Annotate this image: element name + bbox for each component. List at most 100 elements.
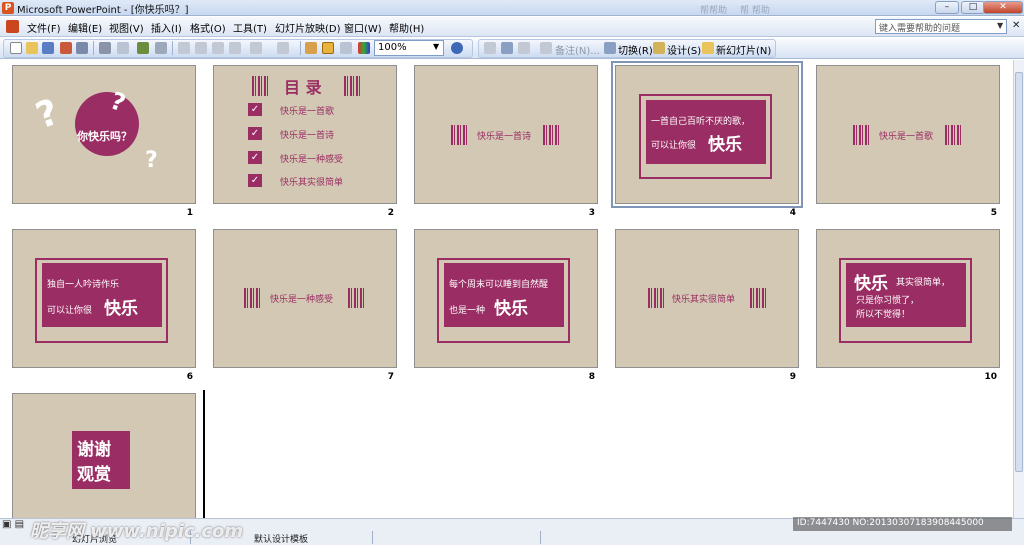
slide-thumbnail-8[interactable]: 每个周末可以睡到自然醒 也是一种 快乐	[414, 229, 598, 368]
close-button[interactable]: ✕	[983, 1, 1023, 14]
checkbox-icon: ✓	[248, 103, 262, 116]
toc-item: 快乐是一首歌	[280, 107, 335, 117]
slide-thumbnail-2[interactable]: 目 录 ✓ 快乐是一首歌 ✓ 快乐是一首诗 ✓ 快乐是一种感受 ✓ 快乐其实很简…	[213, 65, 397, 204]
menu-help[interactable]: 帮助(H)	[389, 20, 424, 35]
chevron-down-icon[interactable]: ▼	[997, 21, 1003, 30]
menu-slideshow[interactable]: 幻灯片放映(D)	[275, 20, 341, 35]
menu-view[interactable]: 视图(V)	[109, 20, 144, 35]
watermark-id: ID:7447430 NO:20130307183908445000	[793, 517, 1012, 531]
new-icon[interactable]	[10, 42, 22, 54]
view-buttons[interactable]: ▣ ▤	[2, 519, 24, 530]
new-slide-icon[interactable]	[702, 42, 714, 54]
slide-thumbnail-9[interactable]: 快乐其实很简单	[615, 229, 799, 368]
minimize-button[interactable]: –	[935, 1, 959, 14]
slide-heading: 快乐是一种感受	[270, 295, 334, 305]
permission-icon[interactable]	[60, 42, 72, 54]
faded-help-tab-2: 帮 帮助	[740, 6, 770, 16]
barcode-decoration	[348, 288, 364, 308]
summary-slide-icon[interactable]	[518, 42, 530, 54]
maximize-button[interactable]: □	[961, 1, 985, 14]
menu-file[interactable]: 文件(F)	[27, 20, 61, 35]
design-icon[interactable]	[653, 42, 665, 54]
menu-tools[interactable]: 工具(T)	[233, 20, 267, 35]
design-button[interactable]: 设计(S)	[667, 42, 701, 57]
checkbox-icon: ✓	[248, 174, 262, 187]
panel-line: 每个周末可以睡到自然醒	[449, 280, 549, 290]
expand-all-icon[interactable]	[305, 42, 317, 54]
copy-icon[interactable]	[195, 42, 207, 54]
powerpoint-app-icon[interactable]: P	[2, 2, 14, 14]
grayscale-icon[interactable]	[322, 42, 334, 54]
content-panel: 每个周末可以睡到自然醒 也是一种 快乐	[444, 263, 564, 327]
chevron-down-icon[interactable]: ▼	[433, 42, 439, 51]
print-preview-icon[interactable]	[117, 42, 129, 54]
barcode-decoration	[451, 125, 467, 145]
vertical-scrollbar[interactable]	[1013, 60, 1024, 518]
slide-number: 4	[789, 208, 796, 218]
panel-line: 一首自己百听不厌的歌，	[651, 117, 751, 127]
email-icon[interactable]	[76, 42, 88, 54]
color-grayscale-icon[interactable]	[358, 42, 370, 54]
window-title: Microsoft PowerPoint - [你快乐吗？]	[17, 5, 189, 16]
slide-thumbnail-5[interactable]: 快乐是一首歌	[816, 65, 1000, 204]
slide-thumbnail-4[interactable]: 一首自己百听不厌的歌， 可以让你很 快乐	[611, 61, 803, 208]
notes-button[interactable]: 备注(N)...	[555, 42, 600, 57]
slide-heading: 快乐其实很简单	[672, 295, 736, 305]
barcode-decoration	[244, 288, 260, 308]
spelling-icon[interactable]	[137, 42, 149, 54]
checkbox-icon: ✓	[248, 151, 262, 164]
content-panel: 快乐 其实很简单， 只是你习惯了， 所以不觉得！	[846, 263, 966, 327]
panel-line: 独自一人吟诗作乐	[47, 280, 120, 290]
panel-line: 可以让你很	[47, 306, 93, 316]
slide-number: 2	[387, 208, 394, 218]
transition-icon[interactable]	[604, 42, 616, 54]
save-icon[interactable]	[42, 42, 54, 54]
slide-number: 7	[387, 372, 394, 382]
show-formatting-icon[interactable]	[340, 42, 352, 54]
document-icon[interactable]	[6, 20, 19, 33]
slide-number: 3	[588, 208, 595, 218]
slide-thumbnail-11[interactable]: 谢谢 观赏	[12, 393, 196, 532]
menu-edit[interactable]: 编辑(E)	[68, 20, 102, 35]
status-divider	[372, 531, 373, 544]
help-search-input[interactable]: 键入需要帮助的问题	[875, 19, 1007, 34]
menu-insert[interactable]: 插入(I)	[151, 20, 182, 35]
help-icon[interactable]	[451, 42, 463, 54]
slide-thumbnail-3[interactable]: 快乐是一首诗	[414, 65, 598, 204]
panel-highlight: 快乐	[708, 135, 742, 155]
redo-icon[interactable]	[277, 42, 289, 54]
slide-number: 1	[186, 208, 193, 218]
panel-line: 也是一种	[449, 306, 486, 316]
rehearse-timings-icon[interactable]	[501, 42, 513, 54]
hide-slide-icon[interactable]	[484, 42, 496, 54]
open-icon[interactable]	[26, 42, 38, 54]
menu-window[interactable]: 窗口(W)	[344, 20, 382, 35]
faded-help-tab: 帮帮助	[700, 6, 728, 16]
slide-number: 9	[789, 372, 796, 382]
notes-icon[interactable]	[540, 42, 552, 54]
panel-highlight: 快乐	[104, 299, 138, 319]
print-icon[interactable]	[99, 42, 111, 54]
barcode-decoration	[750, 288, 766, 308]
slide-thumbnail-10[interactable]: 快乐 其实很简单， 只是你习惯了， 所以不觉得！	[816, 229, 1000, 368]
slide-thumbnail-7[interactable]: 快乐是一种感受	[213, 229, 397, 368]
question-mark-icon: ?	[30, 91, 65, 138]
slide-thumbnail-1[interactable]: 你快乐吗？ ? ? ?	[12, 65, 196, 204]
slide-number: 5	[990, 208, 997, 218]
scrollbar-thumb[interactable]	[1015, 72, 1023, 472]
transition-button[interactable]: 切换(R)	[618, 42, 653, 57]
undo-icon[interactable]	[250, 42, 262, 54]
new-slide-button[interactable]: 新幻灯片(N)	[716, 42, 771, 57]
barcode-decoration	[344, 76, 360, 96]
menu-format[interactable]: 格式(O)	[190, 20, 226, 35]
slide-thumbnail-6[interactable]: 独自一人吟诗作乐 可以让你很 快乐	[12, 229, 196, 368]
panel-line: 所以不觉得！	[856, 310, 911, 320]
document-close-button[interactable]: ✕	[1012, 20, 1020, 31]
research-icon[interactable]	[155, 42, 167, 54]
panel-line: 可以让你很	[651, 141, 697, 151]
cut-icon[interactable]	[178, 42, 190, 54]
format-painter-icon[interactable]	[229, 42, 241, 54]
menu-bar: 文件(F) 编辑(E) 视图(V) 插入(I) 格式(O) 工具(T) 幻灯片放…	[0, 17, 1024, 37]
paste-icon[interactable]	[212, 42, 224, 54]
content-panel: 谢谢 观赏	[72, 431, 130, 489]
